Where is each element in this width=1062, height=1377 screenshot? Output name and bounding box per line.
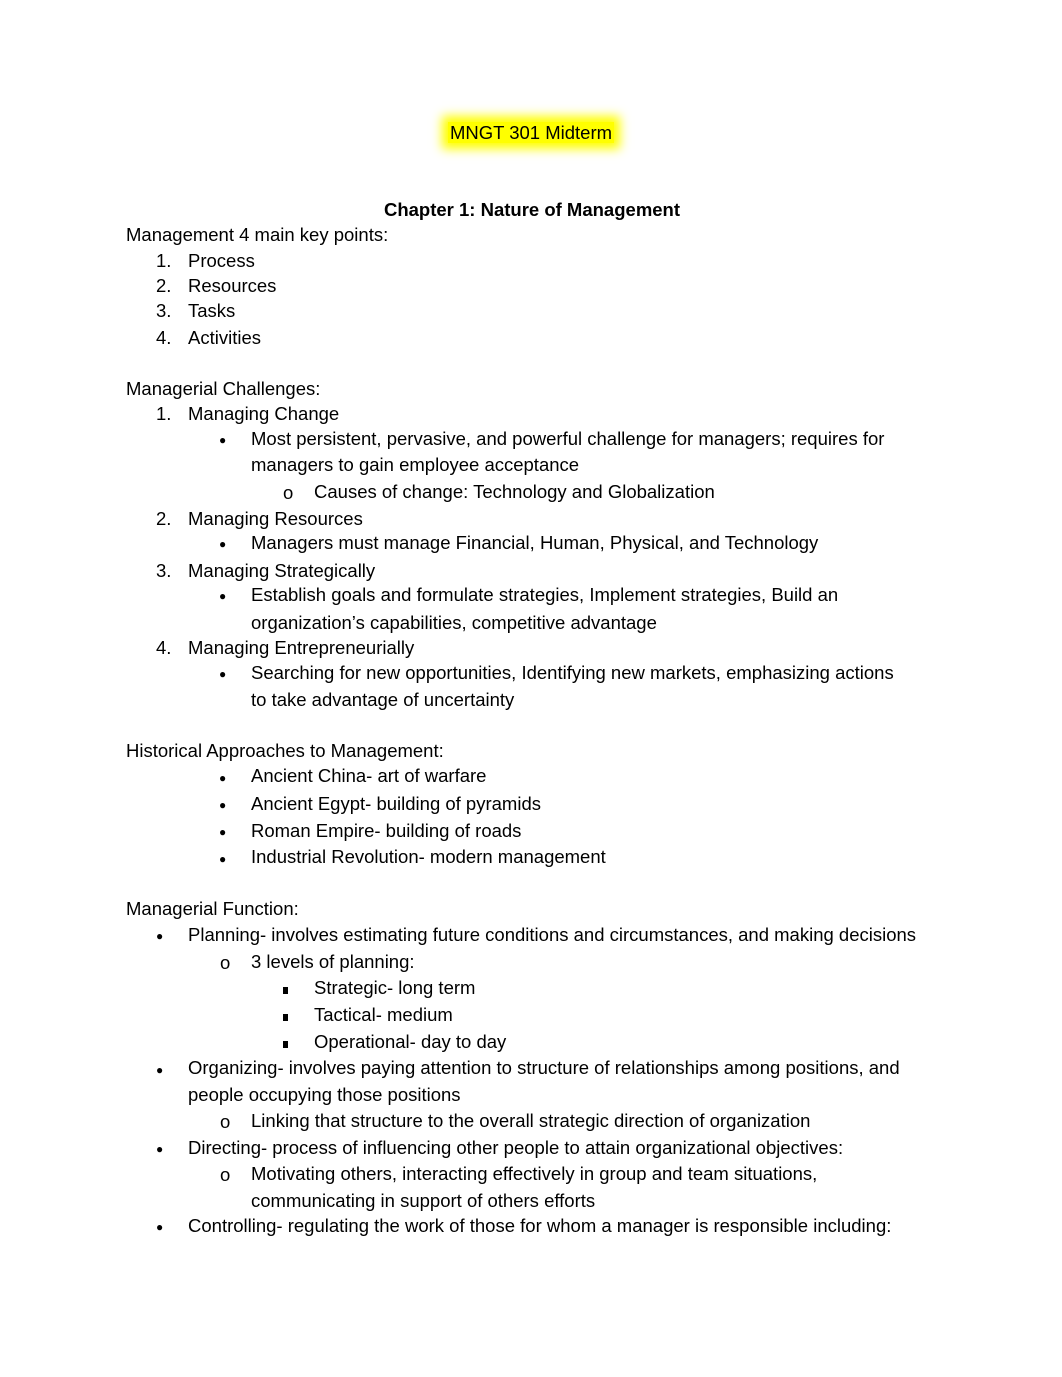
bullet-text-continued: to take advantage of uncertainty xyxy=(251,689,515,710)
list-number: 2. xyxy=(156,275,172,296)
circle-bullet-icon: o xyxy=(220,952,231,973)
key-point-item: Activities xyxy=(188,327,261,348)
function-controlling: Controlling- regulating the work of thos… xyxy=(188,1215,892,1236)
document-title: MNGT 301 Midterm xyxy=(0,122,1062,144)
key-point-item: Tasks xyxy=(188,300,236,321)
key-point-item: Process xyxy=(188,250,255,271)
historical-item: Ancient Egypt- building of pyramids xyxy=(251,793,541,814)
sub-bullet-text: Linking that structure to the overall st… xyxy=(251,1110,811,1131)
square-bullet-icon xyxy=(283,977,288,999)
bullet-text: Managers must manage Financial, Human, P… xyxy=(251,532,819,553)
bullet-icon: ● xyxy=(156,929,164,943)
highlighted-title-text: MNGT 301 Midterm xyxy=(447,122,615,143)
function-organizing: Organizing- involves paying attention to… xyxy=(188,1057,900,1078)
bullet-icon: ● xyxy=(219,825,227,839)
historical-heading: Historical Approaches to Management: xyxy=(126,740,444,761)
challenge-item: Managing Change xyxy=(188,403,340,424)
list-number: 3. xyxy=(156,560,172,581)
square-bullet-icon xyxy=(283,1004,288,1026)
circle-bullet-icon: o xyxy=(220,1111,231,1132)
list-number: 4. xyxy=(156,637,172,658)
bullet-icon: ● xyxy=(219,667,227,681)
planning-level: Operational- day to day xyxy=(314,1031,507,1052)
key-point-item: Resources xyxy=(188,275,277,296)
chapter-heading: Chapter 1: Nature of Management xyxy=(383,199,681,220)
historical-item: Ancient China- art of warfare xyxy=(251,765,487,786)
bullet-icon: ● xyxy=(219,798,227,812)
bullet-text: Most persistent, pervasive, and powerful… xyxy=(251,428,885,449)
functions-heading: Managerial Function: xyxy=(126,898,299,919)
bullet-icon: ● xyxy=(219,537,227,551)
function-planning: Planning- involves estimating future con… xyxy=(188,924,917,945)
circle-bullet-icon: o xyxy=(220,1164,231,1185)
bullet-icon: ● xyxy=(219,771,227,785)
bullet-text-continued: organization’s capabilities, competitive… xyxy=(251,612,657,633)
circle-bullet-icon: o xyxy=(283,482,294,503)
list-number: 2. xyxy=(156,508,172,529)
planning-level: Tactical- medium xyxy=(314,1004,453,1025)
function-organizing-continued: people occupying those positions xyxy=(188,1084,461,1105)
bullet-text-continued: managers to gain employee acceptance xyxy=(251,454,580,475)
list-number: 4. xyxy=(156,327,172,348)
key-points-heading: Management 4 main key points: xyxy=(126,224,389,245)
list-number: 1. xyxy=(156,403,172,424)
challenges-heading: Managerial Challenges: xyxy=(126,378,321,399)
sub-bullet-text: Motivating others, interacting effective… xyxy=(251,1163,818,1184)
challenge-item: Managing Resources xyxy=(188,508,363,529)
bullet-icon: ● xyxy=(219,589,227,603)
historical-item: Roman Empire- building of roads xyxy=(251,820,522,841)
bullet-icon: ● xyxy=(156,1142,164,1156)
bullet-text: Searching for new opportunities, Identif… xyxy=(251,662,894,683)
challenge-item: Managing Entrepreneurially xyxy=(188,637,415,658)
planning-level: Strategic- long term xyxy=(314,977,476,998)
sub-bullet-text-continued: communicating in support of others effor… xyxy=(251,1190,596,1211)
sub-bullet-text: Causes of change: Technology and Globali… xyxy=(314,481,715,502)
bullet-icon: ● xyxy=(219,852,227,866)
bullet-icon: ● xyxy=(156,1220,164,1234)
challenge-item: Managing Strategically xyxy=(188,560,376,581)
list-number: 3. xyxy=(156,300,172,321)
function-directing: Directing- process of influencing other … xyxy=(188,1137,844,1158)
historical-item: Industrial Revolution- modern management xyxy=(251,846,606,867)
sub-bullet-text: 3 levels of planning: xyxy=(251,951,415,972)
list-number: 1. xyxy=(156,250,172,271)
bullet-icon: ● xyxy=(156,1063,164,1077)
bullet-text: Establish goals and formulate strategies… xyxy=(251,584,839,605)
bullet-icon: ● xyxy=(219,433,227,447)
square-bullet-icon xyxy=(283,1031,288,1053)
